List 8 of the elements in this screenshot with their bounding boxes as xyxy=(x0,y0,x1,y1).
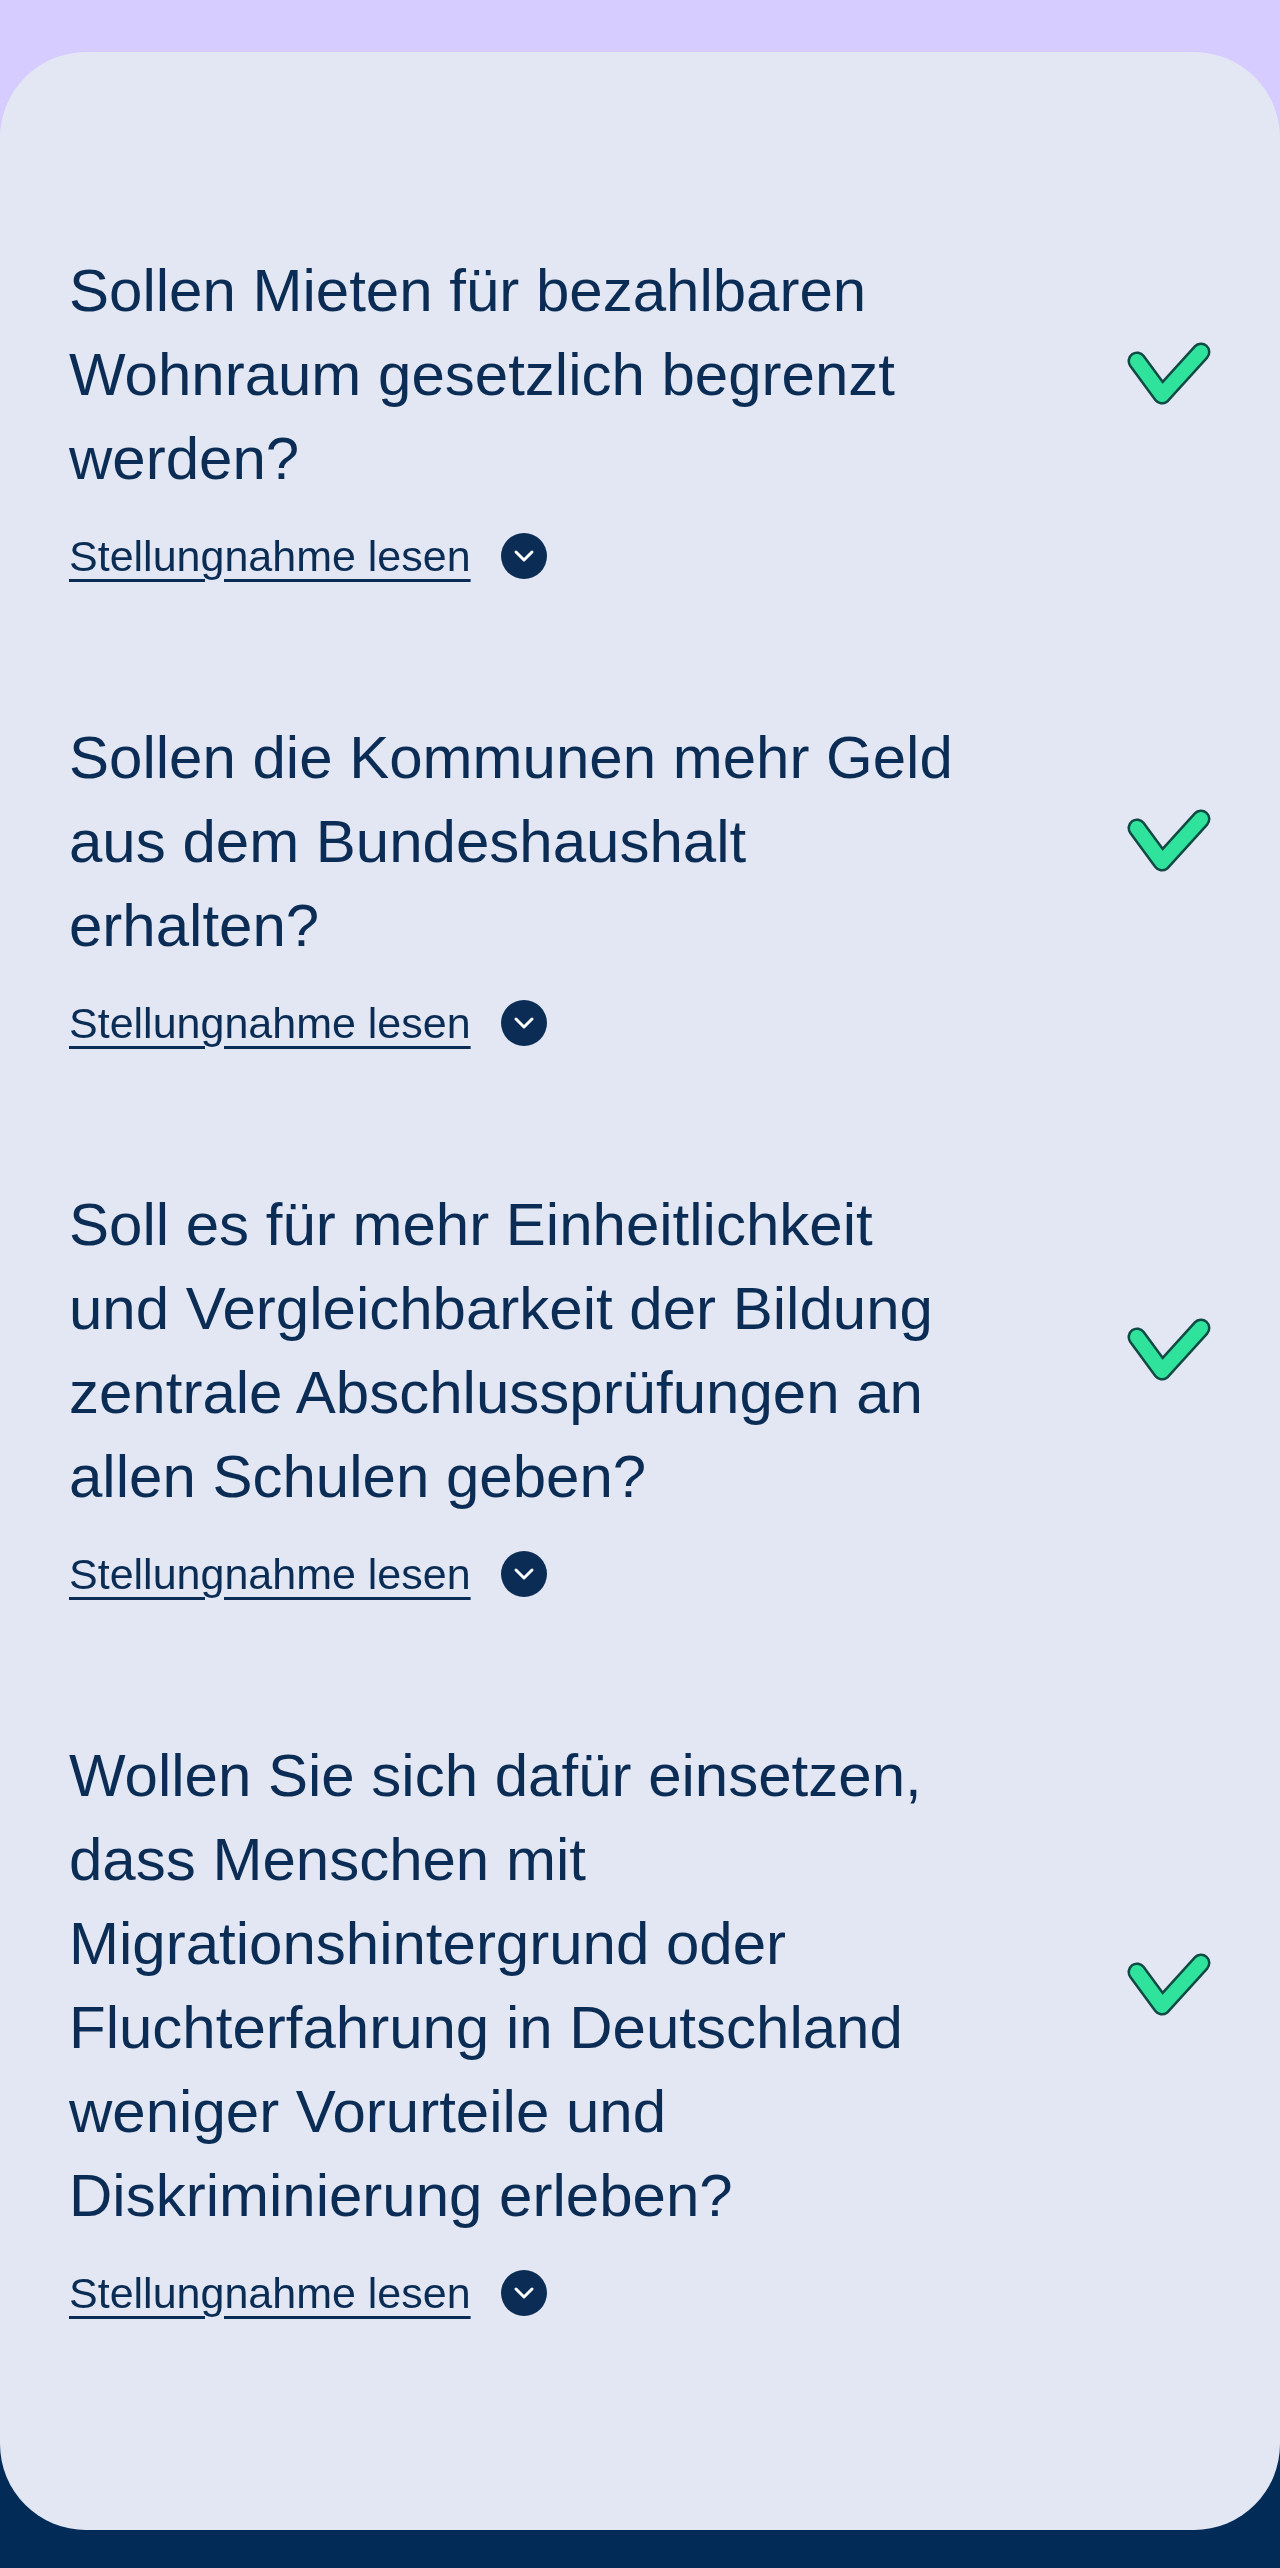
read-statement-button[interactable]: Stellungnahme lesen xyxy=(69,531,547,581)
read-statement-button[interactable]: Stellungnahme lesen xyxy=(69,1549,547,1599)
question-text: Sollen die Kommunen mehr Geld aus dem Bundeshaushalt erhalten? xyxy=(69,723,954,961)
read-statement-button[interactable]: Stellungnahme lesen xyxy=(69,998,547,1048)
question-text: Wollen Sie sich dafür einsetzen, dass Menschen mit Migrationshintergrund oder Fluchterfahrung in Deutschland weniger Vorurteile und Diskriminierung erleben? xyxy=(69,1741,923,2231)
question-text: Soll es für mehr Einheitlichkeit und Vergleichbarkeit der Bildung zentrale Abschlussprüfungen an allen Schulen geben? xyxy=(69,1190,934,1512)
read-statement-button[interactable]: Stellungnahme lesen xyxy=(69,2268,547,2318)
question-text: Sollen Mieten für bezahlbaren Wohnraum gesetzlich begrenzt werden? xyxy=(69,256,896,494)
